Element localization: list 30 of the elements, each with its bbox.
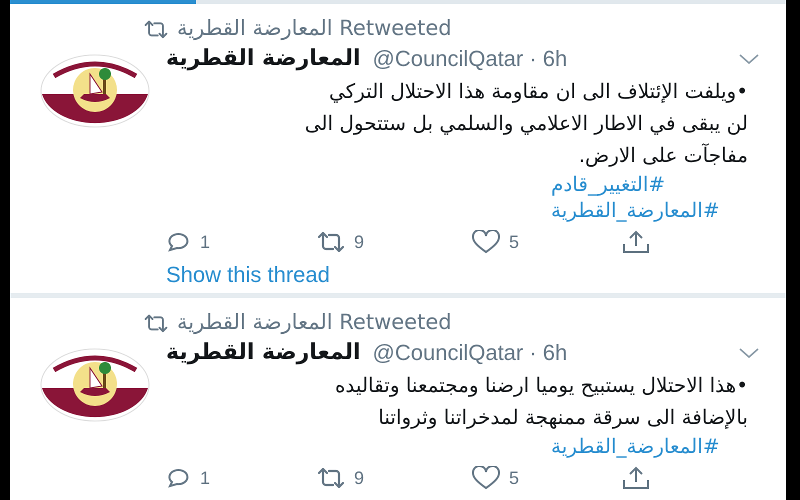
reply-count: 1 <box>200 230 210 254</box>
retweeted-label: المعارضة القطرية Retweeted <box>177 15 452 42</box>
tweet-text: •هذا الاحتلال يستبيح يوميا ارضنا ومجتمعنا وتقاليده بالإضافة الى سرقة ممنهجة لمدخراتنا وثرواتنا <box>334 372 749 431</box>
retweet-count: 9 <box>354 230 364 254</box>
author-name[interactable]: المعارضة القطرية <box>166 336 361 369</box>
chevron-down-icon[interactable] <box>738 346 760 358</box>
retweet-count: 9 <box>354 466 364 490</box>
avatar-emblem-icon <box>40 54 150 128</box>
author-name[interactable]: المعارضة القطرية <box>166 42 361 75</box>
reply-count: 1 <box>200 466 210 490</box>
heart-icon[interactable] <box>471 466 501 490</box>
hashtag-link[interactable]: #المعارضة_القطرية <box>551 197 720 223</box>
avatar-emblem-icon <box>40 348 150 422</box>
heart-icon[interactable] <box>471 230 501 254</box>
author-handle[interactable]: @CouncilQatar · 6h <box>372 42 568 75</box>
retweet-icon <box>143 18 169 40</box>
share-icon[interactable] <box>621 465 651 491</box>
like-count: 5 <box>509 230 520 254</box>
hashtag-link[interactable]: #التغيير_قادم <box>551 171 666 197</box>
retweet-icon[interactable] <box>316 466 346 490</box>
show-thread-link[interactable]: Show this thread <box>166 261 760 289</box>
tweet-text: •ويلفت الإئتلاف الى ان مقاومة هذا الاحتلال التركي لن يبقى في الاطار الاعلامي والسلمي بل ستتحول الى مفاجآت على الارض. <box>304 78 749 169</box>
like-count: 5 <box>509 466 520 490</box>
share-icon[interactable] <box>621 229 651 255</box>
retweeted-label: المعارضة القطرية Retweeted <box>177 309 452 336</box>
hashtag-link[interactable]: #المعارضة_القطرية <box>551 433 720 459</box>
retweet-icon <box>143 312 169 334</box>
author-handle[interactable]: @CouncilQatar · 6h <box>372 336 568 369</box>
chevron-down-icon[interactable] <box>738 52 760 64</box>
retweet-icon[interactable] <box>316 230 346 254</box>
